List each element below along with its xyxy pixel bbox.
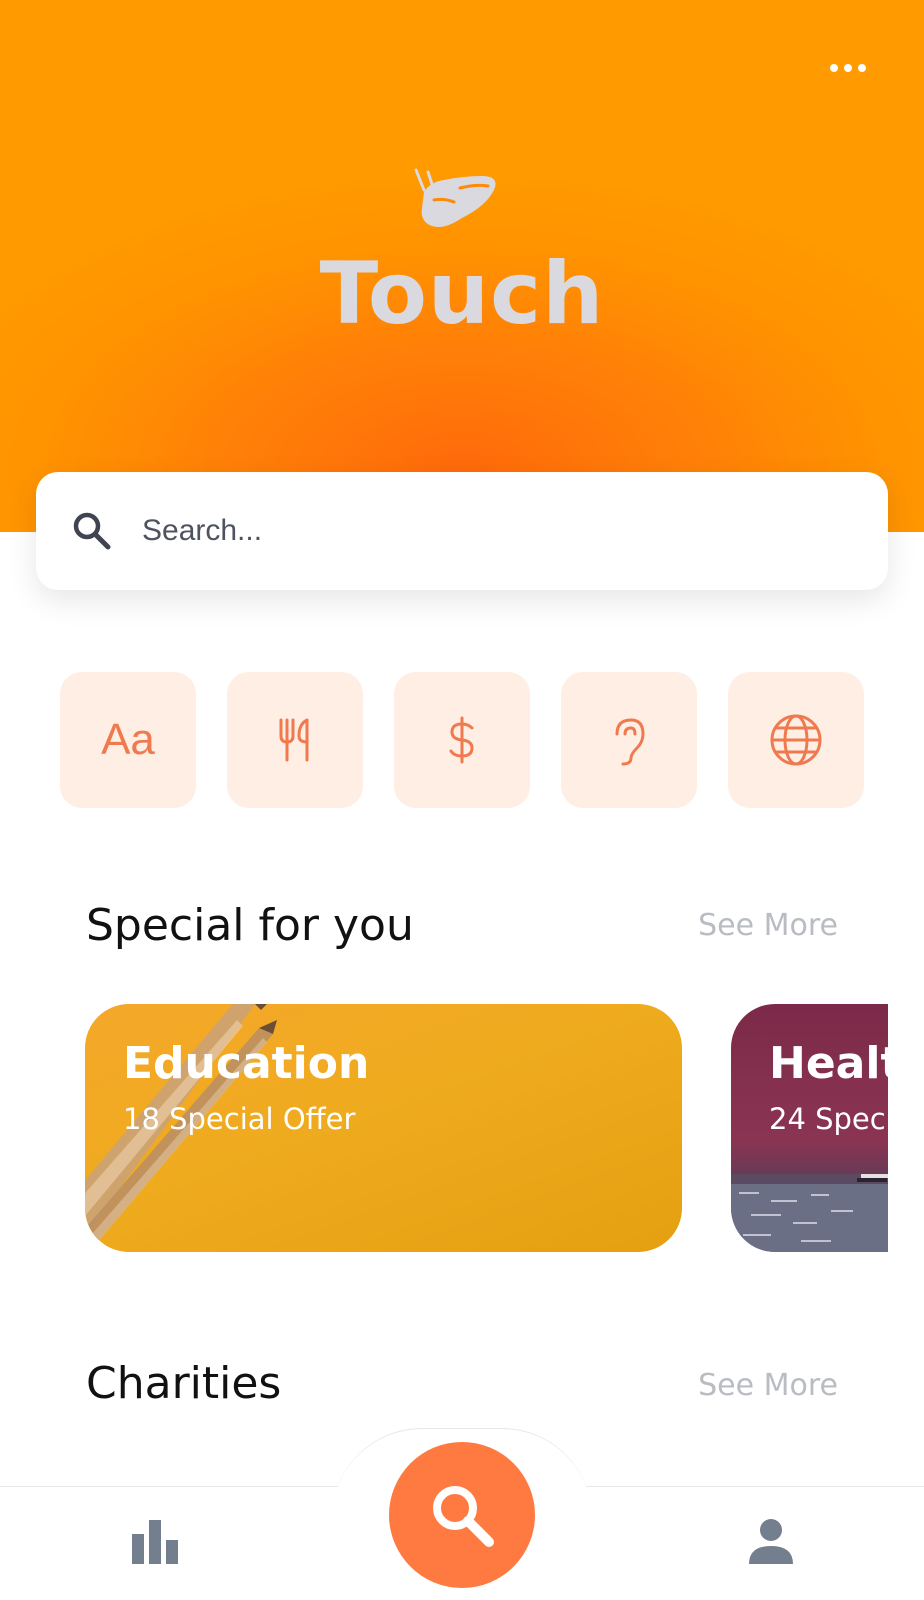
fork-knife-icon: [279, 718, 309, 762]
bar-chart-icon[interactable]: [130, 1516, 180, 1566]
user-icon[interactable]: [746, 1516, 796, 1566]
more-dot: [844, 64, 852, 72]
more-dot: [830, 64, 838, 72]
offer-subtitle: 24 Special Offer: [769, 1102, 888, 1136]
home-screen: Touch Aa: [0, 0, 924, 1600]
typography-icon: Aa: [101, 715, 155, 764]
offer-subtitle: 18 Special Offer: [123, 1102, 356, 1136]
search-icon: [433, 1486, 494, 1547]
offer-card-education[interactable]: Education 18 Special Offer: [85, 1004, 682, 1252]
category-typography[interactable]: Aa: [60, 672, 196, 808]
category-food[interactable]: [227, 672, 363, 808]
header-banner: Touch: [0, 0, 924, 532]
category-global[interactable]: [728, 672, 864, 808]
dollar-icon: [449, 716, 474, 764]
offers-carousel[interactable]: Education 18 Special Offer Health 24 Spe…: [0, 1004, 888, 1252]
category-row: Aa: [60, 672, 866, 808]
category-finance[interactable]: [394, 672, 530, 808]
more-options-button[interactable]: [818, 48, 878, 88]
see-more-charities-link[interactable]: See More: [698, 1368, 838, 1403]
search-fab-button[interactable]: [389, 1442, 535, 1588]
offer-card-health[interactable]: Health 24 Special Offer: [731, 1004, 888, 1252]
search-bar[interactable]: [36, 472, 888, 590]
see-more-special-link[interactable]: See More: [698, 908, 838, 943]
offer-title: Education: [123, 1038, 370, 1089]
brand-title: Touch: [319, 244, 605, 344]
search-icon: [73, 512, 111, 550]
section-title-charities: Charities: [86, 1358, 282, 1409]
globe-icon: [770, 714, 822, 766]
more-dot: [858, 64, 866, 72]
search-input[interactable]: [142, 514, 822, 548]
sea-image: [731, 1174, 888, 1252]
hand-touch-icon: [414, 168, 496, 227]
section-title-special: Special for you: [86, 900, 414, 951]
category-hearing[interactable]: [561, 672, 697, 808]
ear-icon: [615, 718, 645, 766]
offer-title: Health: [769, 1038, 888, 1089]
